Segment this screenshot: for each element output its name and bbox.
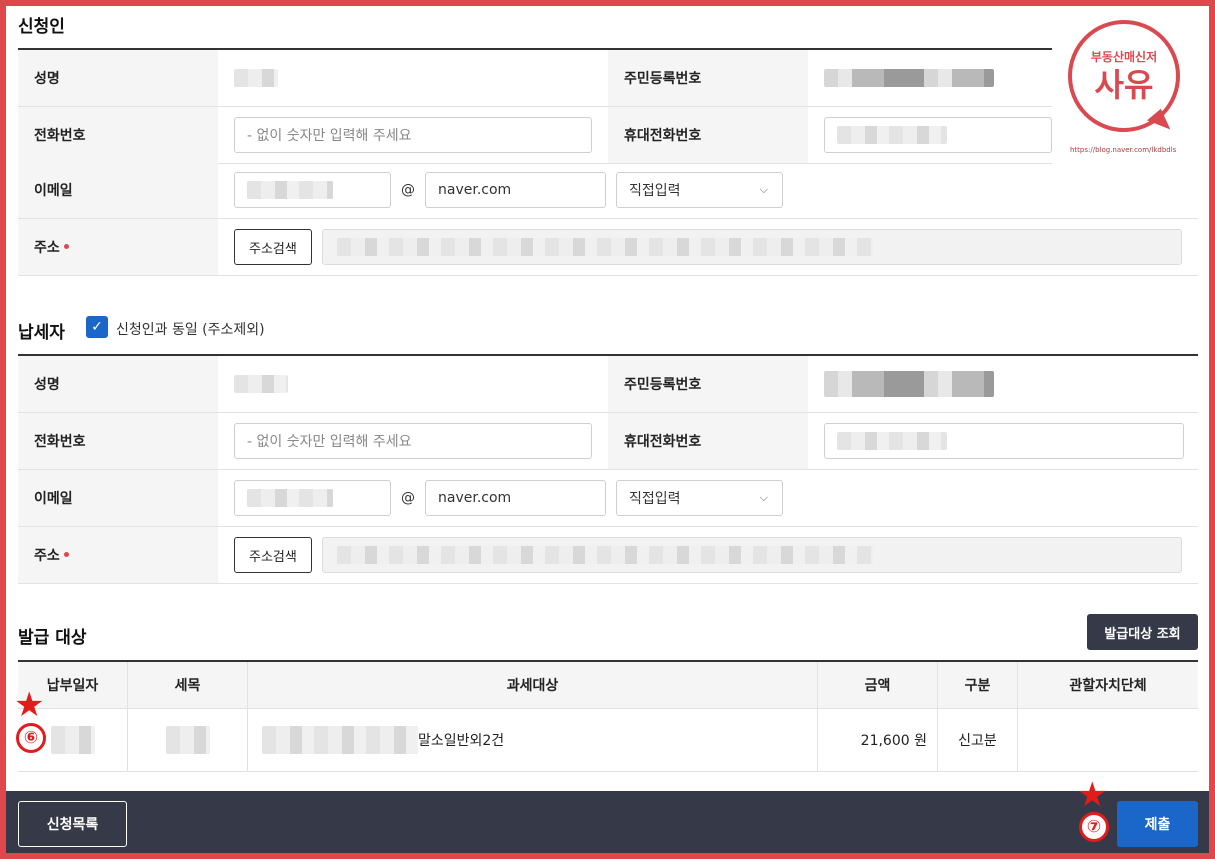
issue-table-header: 납부일자 세목 과세대상 금액 구분 관할자치단체: [18, 662, 1198, 709]
applicant-table: 성명 주민등록번호 전화번호 - 없이 숫자만 입력해 주세요 휴대전화번호: [18, 48, 1052, 164]
applicant-table-lower: 이메일 @ naver.com 직접입력 ⌵ 주소 주소검색: [18, 162, 1198, 276]
applicant-row-name: 성명 주민등록번호: [18, 50, 1052, 107]
cell-tax-item: [128, 709, 248, 771]
applicant-email-domain-input[interactable]: naver.com: [425, 172, 606, 208]
star-marker-icon: ★: [14, 685, 45, 725]
cell-category: 신고분: [938, 709, 1018, 771]
at-sign: @: [401, 490, 415, 506]
applicant-section-title: 신청인: [18, 17, 65, 37]
check-icon: ✓: [91, 319, 103, 335]
step-7-marker: ⑦: [1079, 812, 1109, 842]
taxpayer-row-address: 주소 주소검색: [18, 527, 1198, 584]
taxpayer-phone-input[interactable]: - 없이 숫자만 입력해 주세요: [234, 423, 592, 459]
speech-bubble-icon: 부동산매신저 사유: [1068, 20, 1180, 132]
issue-lookup-button[interactable]: 발급대상 조회: [1087, 614, 1198, 650]
chevron-down-icon: ⌵: [759, 491, 768, 504]
taxpayer-email-domain-input[interactable]: naver.com: [425, 480, 606, 516]
required-dot: [63, 551, 69, 557]
taxpayer-mobile-input[interactable]: [824, 423, 1184, 459]
cell-tax-target: 말소일반외2건: [248, 709, 818, 771]
rrn-label: 주민등록번호: [608, 356, 808, 412]
taxpayer-address-search-button[interactable]: 주소검색: [234, 537, 312, 573]
applicant-address-field[interactable]: [321, 229, 1182, 265]
taxpayer-email-domain-select[interactable]: 직접입력 ⌵: [616, 480, 783, 516]
applicant-row-address: 주소 주소검색: [18, 219, 1198, 276]
column-header: 구분: [938, 662, 1018, 708]
cell-authority: [1018, 709, 1198, 771]
address-label: 주소: [18, 219, 218, 275]
taxpayer-email-id-input[interactable]: [234, 480, 391, 516]
issue-section-title: 발급 대상: [18, 628, 87, 648]
applicant-mobile-input[interactable]: [824, 117, 1052, 153]
phone-label: 전화번호: [18, 107, 218, 163]
submit-button[interactable]: 제출: [1117, 801, 1198, 847]
star-marker-icon: ★: [1077, 775, 1108, 815]
taxpayer-rrn-masked: [824, 371, 994, 397]
applicant-email-id-input[interactable]: [234, 172, 391, 208]
column-header: 세목: [128, 662, 248, 708]
column-header: 금액: [818, 662, 938, 708]
column-header: 과세대상: [248, 662, 818, 708]
taxpayer-row-phone: 전화번호 - 없이 숫자만 입력해 주세요 휴대전화번호: [18, 413, 1198, 470]
same-as-applicant-checkbox[interactable]: ✓: [86, 316, 108, 338]
applicant-row-phone: 전화번호 - 없이 숫자만 입력해 주세요 휴대전화번호: [18, 107, 1052, 164]
table-row[interactable]: 말소일반외2건 21,600 원 신고분: [18, 709, 1198, 772]
issue-table: 납부일자 세목 과세대상 금액 구분 관할자치단체 말소일반외2건 21,600…: [18, 660, 1198, 772]
taxpayer-name-masked: [234, 375, 288, 393]
name-label: 성명: [18, 356, 218, 412]
footer-bar: 신청목록 제출: [6, 791, 1209, 853]
mobile-label: 휴대전화번호: [608, 107, 808, 163]
required-dot: [63, 243, 69, 249]
taxpayer-row-name: 성명 주민등록번호: [18, 356, 1198, 413]
email-label: 이메일: [18, 162, 218, 218]
taxpayer-section-title: 납세자: [18, 323, 65, 343]
email-label: 이메일: [18, 470, 218, 526]
applicant-phone-input[interactable]: - 없이 숫자만 입력해 주세요: [234, 117, 592, 153]
applicant-email-domain-select[interactable]: 직접입력 ⌵: [616, 172, 783, 208]
at-sign: @: [401, 182, 415, 198]
applicant-name-masked: [234, 69, 278, 87]
chevron-down-icon: ⌵: [759, 183, 768, 196]
applicant-address-search-button[interactable]: 주소검색: [234, 229, 312, 265]
watermark-url: https://blog.naver.com/lkdbdls: [1070, 146, 1177, 154]
application-list-button[interactable]: 신청목록: [18, 801, 127, 847]
name-label: 성명: [18, 50, 218, 106]
watermark-logo: 부동산매신저 사유 https://blog.naver.com/lkdbdls: [1052, 8, 1210, 160]
phone-label: 전화번호: [18, 413, 218, 469]
taxpayer-row-email: 이메일 @ naver.com 직접입력 ⌵: [18, 470, 1198, 527]
mobile-label: 휴대전화번호: [608, 413, 808, 469]
taxpayer-table: 성명 주민등록번호 전화번호 - 없이 숫자만 입력해 주세요 휴대전화번호 이…: [18, 354, 1198, 584]
step-6-marker: ⑥: [16, 723, 46, 753]
rrn-label: 주민등록번호: [608, 50, 808, 106]
address-label: 주소: [18, 527, 218, 583]
taxpayer-address-field[interactable]: [321, 537, 1182, 573]
applicant-rrn-masked: [824, 69, 994, 87]
column-header: 관할자치단체: [1018, 662, 1198, 708]
cell-amount: 21,600 원: [818, 709, 938, 771]
same-as-applicant-label[interactable]: 신청인과 동일 (주소제외): [116, 319, 265, 339]
applicant-row-email: 이메일 @ naver.com 직접입력 ⌵: [18, 162, 1198, 219]
